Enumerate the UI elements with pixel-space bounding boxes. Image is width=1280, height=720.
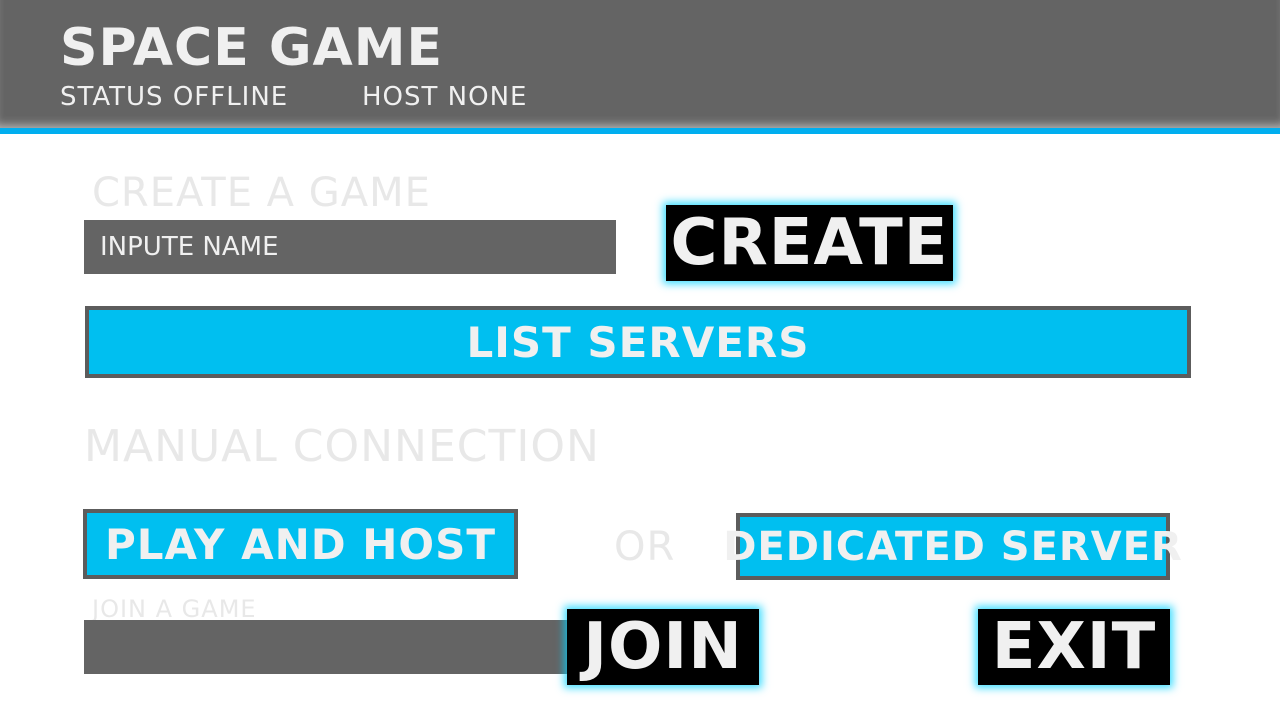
create-button[interactable]: CREATE — [666, 205, 953, 281]
list-servers-button[interactable]: LIST SERVERS — [85, 306, 1191, 378]
manual-connection-heading: MANUAL CONNECTION — [84, 421, 600, 472]
game-title: SPACE GAME — [60, 18, 444, 78]
join-address-input[interactable] — [84, 620, 568, 674]
exit-button[interactable]: EXIT — [978, 609, 1170, 685]
game-name-input[interactable] — [84, 220, 616, 274]
or-label: OR — [614, 524, 676, 570]
status-text: STATUS OFFLINE — [60, 82, 289, 112]
host-text: HOST NONE — [362, 82, 528, 112]
play-and-host-button[interactable]: PLAY AND HOST — [83, 509, 518, 579]
dedicated-server-button[interactable]: DEDICATED SERVER — [723, 513, 1182, 580]
header-bar: SPACE GAME STATUS OFFLINE HOST NONE — [0, 0, 1280, 134]
join-game-heading: JOIN A GAME — [92, 595, 257, 623]
create-game-heading: CREATE A GAME — [92, 170, 431, 216]
join-button[interactable]: JOIN — [567, 609, 759, 685]
